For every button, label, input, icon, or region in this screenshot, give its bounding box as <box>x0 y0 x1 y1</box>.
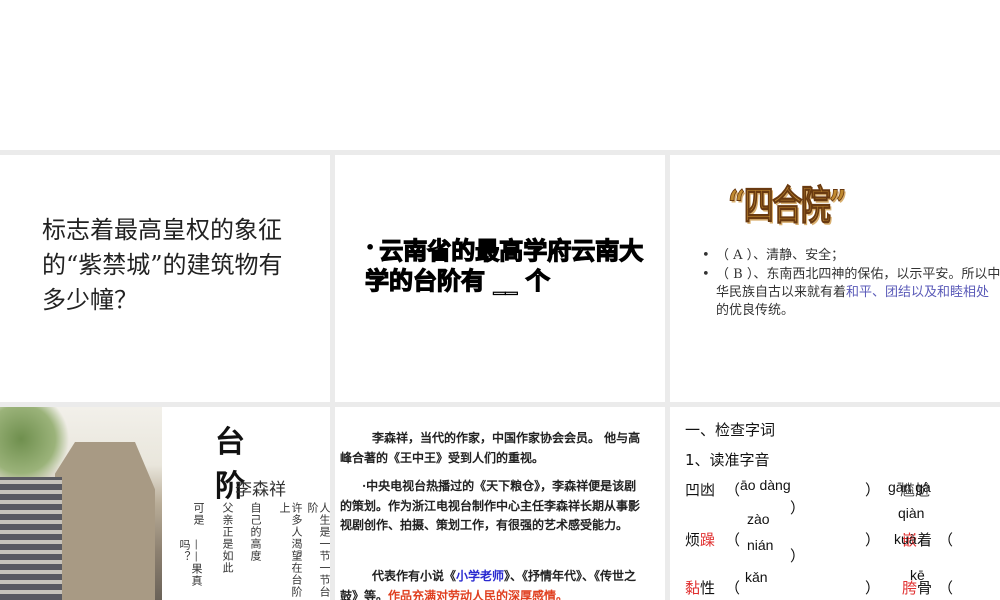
paren: ） <box>865 481 881 499</box>
paren: （ <box>725 579 741 597</box>
pinyin: āo dàng <box>740 477 791 493</box>
wall-shape <box>0 477 62 600</box>
slide-sorter-top-area <box>0 0 1000 150</box>
slide-sorter-grid: 标志着最高皇权的象征的“紫禁城”的建筑物有多少幢？ • 云南省的最高学府云南大学的… <box>0 150 1000 600</box>
outlined-text: 云南省的最高学府云南大学的台阶有 __ 个 <box>364 236 644 295</box>
slide-thumbnail-1[interactable]: 标志着最高皇权的象征的“紫禁城”的建筑物有多少幢？ <box>0 155 330 402</box>
question-text: • 云南省的最高学府云南大学的台阶有 __ 个 <box>364 233 645 296</box>
char: 烦 <box>685 531 701 549</box>
word: 尴尬 <box>900 481 931 499</box>
poem-line: ——果真吗？ <box>178 539 203 587</box>
paren: ） <box>865 579 881 597</box>
text: 的优良传统。 <box>716 303 795 318</box>
list-item: （ A ）、清静、安全； <box>702 247 1000 265</box>
heading: 一、检查字词 <box>685 421 776 439</box>
bullet-list: （ A ）、清静、安全； （ B ）、东南西北四神的保佑，以示平安。所以中华民族… <box>702 247 1000 321</box>
pinyin: kuà <box>894 531 917 547</box>
highlight-red: 作品充满对劳动人民的深厚感情。 <box>388 588 569 600</box>
paren: （ <box>725 531 741 549</box>
poem-line: 人生是一节一节台阶 <box>306 502 330 598</box>
slide-thumbnail-4[interactable]: 台 阶 李森祥 人生是一节一节台阶 许多人渴望在台阶上 自己的高度 父亲正是如此… <box>0 407 330 600</box>
wordart-title: “四合院” <box>728 182 847 230</box>
word: 烦躁 <box>685 529 715 550</box>
subheading: 1、读准字音 <box>685 451 770 469</box>
text: 代表作有小说《 <box>372 569 457 583</box>
char: 性 <box>700 579 716 597</box>
paragraph: 李森祥，当代的作家，中国作家协会会员。 他与高峰合著的《王中王》受到人们的重视。 <box>340 431 641 465</box>
paren: （ <box>938 531 954 549</box>
pinyin: zào <box>747 511 770 527</box>
paragraph: ·中央电视台热播过的《天下粮仓》，李森祥便是该剧的策划。作为浙江电视台制作中心主… <box>340 479 641 532</box>
highlight-text: 和平、团结以及和睦相处 <box>846 285 990 300</box>
poem-line: 自己的高度 <box>249 502 262 562</box>
house-shape <box>55 442 155 600</box>
stone-house-photo <box>0 407 162 600</box>
slide-thumbnail-2[interactable]: • 云南省的最高学府云南大学的台阶有 __ 个 <box>335 155 665 402</box>
pinyin: kǎn <box>745 569 768 585</box>
paren: ） <box>790 547 806 565</box>
poem-line: 父亲正是如此 <box>221 502 234 574</box>
author: 李森祥 <box>235 480 286 500</box>
bullet: • <box>365 238 376 257</box>
word: 黏性 <box>685 577 715 598</box>
char: 黏 <box>685 579 701 597</box>
paren: （ <box>725 481 741 499</box>
question-text: 标志着最高皇权的象征的“紫禁城”的建筑物有多少幢？ <box>42 216 283 314</box>
pinyin: nián <box>747 537 774 553</box>
paren: ） <box>865 531 881 549</box>
pinyin: qiàn <box>898 505 925 521</box>
poem-line: 可是 <box>192 502 205 526</box>
char: 胯 <box>902 579 918 597</box>
word: 胯骨 <box>902 577 932 598</box>
word: 凹凼 <box>685 481 716 499</box>
char: 骨 <box>917 579 933 597</box>
slide-thumbnail-3[interactable]: “四合院” （ A ）、清静、安全； （ B ）、东南西北四神的保佑，以示平安。… <box>670 155 1000 402</box>
paren: ） <box>790 499 806 517</box>
paren: （ <box>938 579 954 597</box>
paragraph: 代表作有小说《小学老师》、《抒情年代》、《传世之鼓》等。作品充满对劳动人民的深厚… <box>340 567 645 600</box>
slide-thumbnail-5[interactable]: 李森祥，当代的作家，中国作家协会会员。 他与高峰合著的《王中王》受到人们的重视。… <box>335 407 665 600</box>
char: 躁 <box>700 531 716 549</box>
poem-line: 许多人渴望在台阶上 <box>278 502 303 598</box>
list-item: （ B ）、东南西北四神的保佑，以示平安。所以中华民族自古以来就有着和平、团结以… <box>702 266 1000 320</box>
highlight-blue: 小学老师 <box>456 569 505 583</box>
slide-thumbnail-6[interactable]: 一、检查字词 1、读准字音 凹凼 （ āo dàng ） ） gān gà 尴尬… <box>670 407 1000 600</box>
char: 着 <box>917 531 933 549</box>
